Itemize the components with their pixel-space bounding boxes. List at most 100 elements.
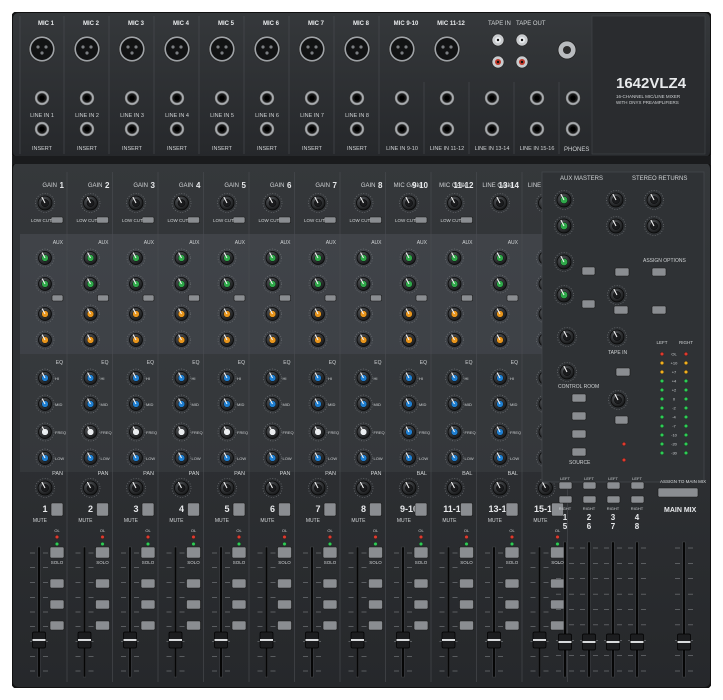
mute-button-6[interactable]	[278, 502, 291, 517]
subs-34-button-7[interactable]	[322, 599, 338, 610]
sub-right-button-2[interactable]	[582, 495, 597, 504]
xlr-input-2[interactable]	[73, 35, 101, 63]
main-assign-button-8[interactable]	[368, 620, 383, 631]
main-out-jack-a[interactable]	[565, 90, 581, 106]
assign-option-b-button[interactable]	[651, 267, 667, 277]
sub-right-button-3[interactable]	[606, 495, 621, 504]
subs-34-button-12[interactable]	[550, 599, 565, 610]
stereo-line-jack-r-2[interactable]	[439, 121, 455, 137]
subs-12-button-3[interactable]	[140, 578, 156, 589]
insert-jack-6[interactable]	[259, 121, 275, 137]
solo-button-6[interactable]	[277, 546, 292, 559]
pre-button-3[interactable]	[142, 294, 155, 302]
subs-12-button-11[interactable]	[504, 578, 520, 589]
sub-right-button-1[interactable]	[558, 495, 573, 504]
main-assign-button-2[interactable]	[95, 620, 110, 631]
insert-jack-2[interactable]	[79, 121, 95, 137]
subs-34-button-2[interactable]	[95, 599, 110, 610]
mute-button-10[interactable]	[460, 502, 473, 517]
source-subs12-button[interactable]	[571, 411, 587, 421]
tape-to-lr-button[interactable]	[615, 367, 631, 377]
main-assign-button-10[interactable]	[459, 620, 474, 631]
subs-12-button-9[interactable]	[413, 578, 429, 589]
xlr-input-7[interactable]	[298, 35, 326, 63]
assign-main-mix-button[interactable]	[657, 487, 699, 498]
sub-left-button-4[interactable]	[630, 481, 645, 490]
line-input-jack-8[interactable]	[349, 90, 365, 106]
solo-button-4[interactable]	[186, 546, 201, 559]
mute-button-2[interactable]	[96, 502, 109, 517]
low-cut-button-2[interactable]	[96, 216, 109, 224]
sub-left-button-2[interactable]	[582, 481, 597, 490]
solo-button-3[interactable]	[140, 546, 156, 559]
solo-button-10[interactable]	[459, 546, 474, 559]
low-cut-button-7[interactable]	[323, 216, 337, 224]
line-input-jack-1[interactable]	[34, 90, 50, 106]
main-assign-button-6[interactable]	[277, 620, 292, 631]
subs-12-button-4[interactable]	[186, 578, 201, 589]
main-assign-button-9[interactable]	[413, 620, 429, 631]
insert-jack-5[interactable]	[214, 121, 230, 137]
insert-jack-7[interactable]	[304, 121, 320, 137]
low-cut-button-1[interactable]	[50, 216, 64, 224]
main-assign-button-4[interactable]	[186, 620, 201, 631]
source-main-mix-button[interactable]	[571, 447, 587, 457]
solo-button-1[interactable]	[49, 546, 65, 559]
stereo-line-jack-r-3[interactable]	[484, 121, 500, 137]
subs-12-button-6[interactable]	[277, 578, 292, 589]
subs-12-button-2[interactable]	[95, 578, 110, 589]
aux-solo-2-button[interactable]	[581, 299, 596, 309]
line-input-jack-6[interactable]	[259, 90, 275, 106]
sub-right-button-4[interactable]	[630, 495, 645, 504]
xlr-input-5[interactable]	[208, 35, 236, 63]
return-solo-button[interactable]	[651, 305, 667, 315]
pre-button-6[interactable]	[279, 294, 291, 302]
mute-button-5[interactable]	[232, 502, 246, 517]
subs-12-button-7[interactable]	[322, 578, 338, 589]
sub-left-button-1[interactable]	[558, 481, 573, 490]
low-cut-button-8[interactable]	[369, 216, 382, 224]
line-input-jack-3[interactable]	[124, 90, 140, 106]
stereo-line-jack-l-2[interactable]	[439, 90, 455, 106]
low-cut-button-10[interactable]	[460, 216, 473, 224]
stereo-line-jack-l-4[interactable]	[529, 90, 545, 106]
subs-12-button-10[interactable]	[459, 578, 474, 589]
xlr-input-6[interactable]	[253, 35, 281, 63]
main-assign-button-11[interactable]	[504, 620, 520, 631]
xlr-input-1[interactable]	[28, 35, 56, 63]
pre-button-9[interactable]	[415, 294, 428, 302]
main-assign-button-3[interactable]	[140, 620, 156, 631]
low-cut-button-5[interactable]	[232, 216, 246, 224]
subs-34-button-1[interactable]	[49, 599, 65, 610]
line-input-jack-2[interactable]	[79, 90, 95, 106]
xlr-input-3[interactable]	[118, 35, 146, 63]
subs-34-button-8[interactable]	[368, 599, 383, 610]
low-cut-button-6[interactable]	[278, 216, 291, 224]
insert-jack-4[interactable]	[169, 121, 185, 137]
low-cut-button-4[interactable]	[187, 216, 200, 224]
subs-12-button-5[interactable]	[231, 578, 247, 589]
xlr-input-4[interactable]	[163, 35, 191, 63]
mode-button[interactable]	[614, 415, 629, 425]
subs-34-button-4[interactable]	[186, 599, 201, 610]
pre-button-7[interactable]	[324, 294, 337, 302]
main-assign-button-1[interactable]	[49, 620, 65, 631]
mute-button-7[interactable]	[323, 502, 337, 517]
subs-34-button-6[interactable]	[277, 599, 292, 610]
xlr-input-8[interactable]	[343, 35, 371, 63]
pre-button-11[interactable]	[506, 294, 519, 302]
solo-button-2[interactable]	[95, 546, 110, 559]
stereo-line-jack-l-3[interactable]	[484, 90, 500, 106]
source-tape-button[interactable]	[571, 393, 587, 403]
subs-34-button-3[interactable]	[140, 599, 156, 610]
xlr-input-9[interactable]	[388, 35, 416, 63]
stereo-line-jack-r-1[interactable]	[394, 121, 410, 137]
solo-button-11[interactable]	[504, 546, 520, 559]
main-assign-button-7[interactable]	[322, 620, 338, 631]
solo-button-12[interactable]	[550, 546, 565, 559]
pre-button-4[interactable]	[188, 294, 200, 302]
main-assign-button-12[interactable]	[550, 620, 565, 631]
stereo-line-jack-r-4[interactable]	[529, 121, 545, 137]
solo-button-5[interactable]	[231, 546, 247, 559]
low-cut-button-3[interactable]	[141, 216, 155, 224]
